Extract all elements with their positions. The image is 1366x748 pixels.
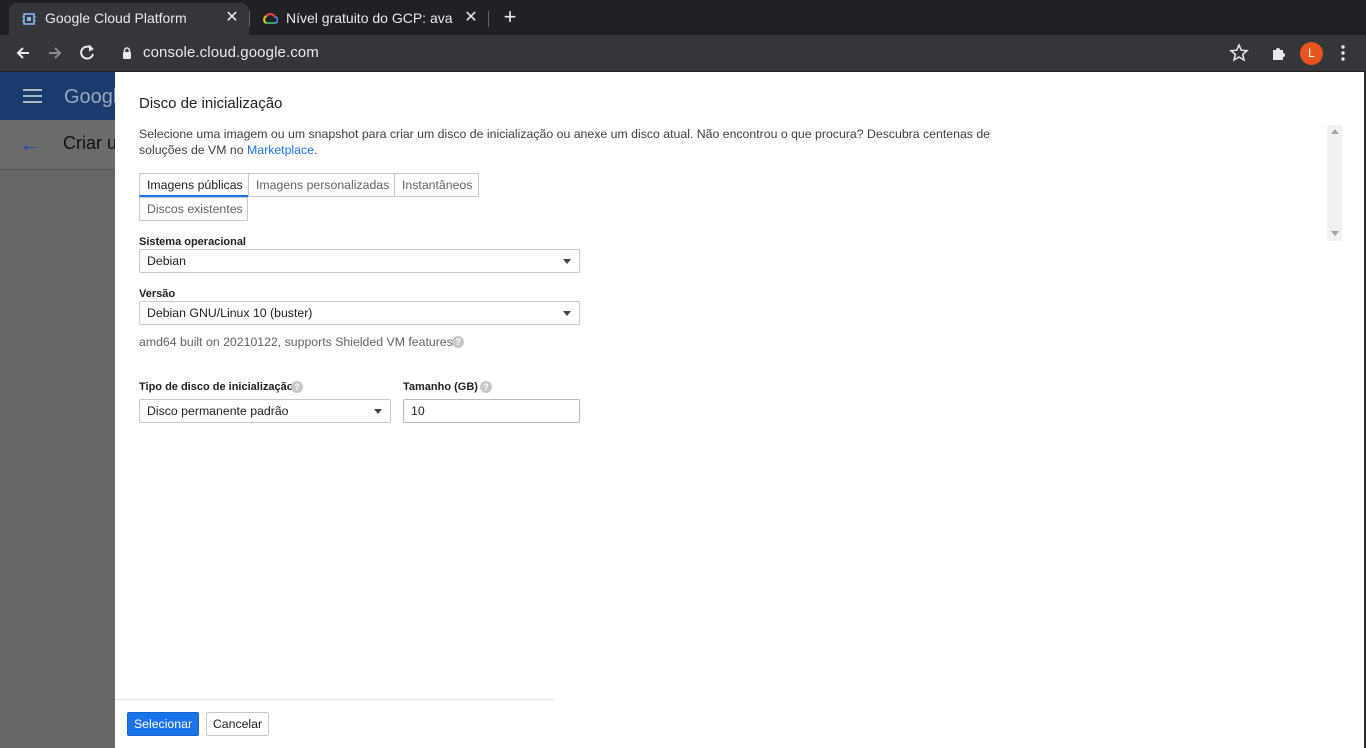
browser-menu-icon[interactable] xyxy=(1332,42,1354,64)
tab-separator xyxy=(488,11,489,27)
size-input[interactable]: 10 xyxy=(403,399,580,423)
help-icon[interactable]: ? xyxy=(480,381,492,393)
tab-snapshots[interactable]: Instantâneos xyxy=(394,173,479,197)
marketplace-link[interactable]: Marketplace xyxy=(247,143,314,157)
select-button[interactable]: Selecionar xyxy=(127,712,199,736)
footer-divider xyxy=(115,699,555,700)
browser-tab-free-tier[interactable]: Nível gratuito do GCP: ava ✕ xyxy=(250,3,488,35)
new-tab-icon[interactable]: + xyxy=(500,6,520,28)
bookmark-star-icon[interactable] xyxy=(1228,42,1250,64)
tab-public-images[interactable]: Imagens públicas xyxy=(139,173,249,197)
tab-title: Nível gratuito do GCP: ava xyxy=(286,10,453,26)
dropdown-caret-icon xyxy=(374,409,382,414)
address-bar[interactable]: console.cloud.google.com xyxy=(143,44,319,61)
dropdown-caret-icon xyxy=(563,259,571,264)
version-label: Versão xyxy=(139,288,176,300)
description-end: . xyxy=(314,143,318,157)
back-arrow-icon[interactable]: ← xyxy=(19,133,41,155)
scroll-down-arrow-icon[interactable] xyxy=(1331,231,1339,236)
tab-title: Google Cloud Platform xyxy=(45,10,187,26)
version-select[interactable]: Debian GNU/Linux 10 (buster) xyxy=(139,301,580,325)
close-tab-icon[interactable]: ✕ xyxy=(462,9,480,27)
hamburger-menu-icon[interactable] xyxy=(23,89,42,103)
disk-type-label: Tipo de disco de inicialização xyxy=(139,381,294,393)
dropdown-caret-icon xyxy=(563,311,571,316)
cancel-button[interactable]: Cancelar xyxy=(206,712,269,736)
version-note-text: amd64 built on 20210122, supports Shield… xyxy=(139,335,453,349)
os-label: Sistema operacional xyxy=(139,236,246,248)
google-cloud-icon xyxy=(263,13,278,24)
back-arrow-icon[interactable] xyxy=(12,42,34,64)
version-select-value: Debian GNU/Linux 10 (buster) xyxy=(147,306,313,320)
help-icon[interactable]: ? xyxy=(452,336,464,348)
browser-toolbar: console.cloud.google.com L xyxy=(0,35,1366,72)
tab-existing-disks[interactable]: Discos existentes xyxy=(139,197,248,221)
panel-title: Disco de inicialização xyxy=(139,95,283,112)
panel-description: Selecione uma imagem ou um snapshot para… xyxy=(139,126,1039,158)
version-note: amd64 built on 20210122, supports Shield… xyxy=(139,335,453,349)
gcp-logo: Googl xyxy=(64,86,118,108)
close-tab-icon[interactable]: ✕ xyxy=(223,9,241,27)
scroll-up-arrow-icon[interactable] xyxy=(1331,129,1339,134)
scrollbar[interactable] xyxy=(1327,125,1342,241)
os-select-value: Debian xyxy=(147,254,186,268)
tab-custom-images[interactable]: Imagens personalizadas xyxy=(248,173,395,197)
forward-arrow-icon[interactable] xyxy=(44,42,66,64)
help-icon[interactable]: ? xyxy=(291,381,303,393)
tab-strip: Google Cloud Platform ✕ Nível gratuito d… xyxy=(0,0,1366,35)
lock-icon xyxy=(123,47,131,59)
size-label: Tamanho (GB) xyxy=(403,381,478,393)
browser-tab-gcp[interactable]: Google Cloud Platform ✕ xyxy=(9,3,249,35)
reload-icon[interactable] xyxy=(76,42,98,64)
extensions-puzzle-icon[interactable] xyxy=(1268,42,1290,64)
gcp-body-overlay xyxy=(0,170,115,748)
gcp-chip-icon xyxy=(22,13,36,25)
disk-type-select-value: Disco permanente padrão xyxy=(147,404,289,418)
profile-avatar[interactable]: L xyxy=(1300,42,1323,65)
page-title: Criar u xyxy=(63,133,118,153)
os-select[interactable]: Debian xyxy=(139,249,580,273)
disk-type-select[interactable]: Disco permanente padrão xyxy=(139,399,391,423)
